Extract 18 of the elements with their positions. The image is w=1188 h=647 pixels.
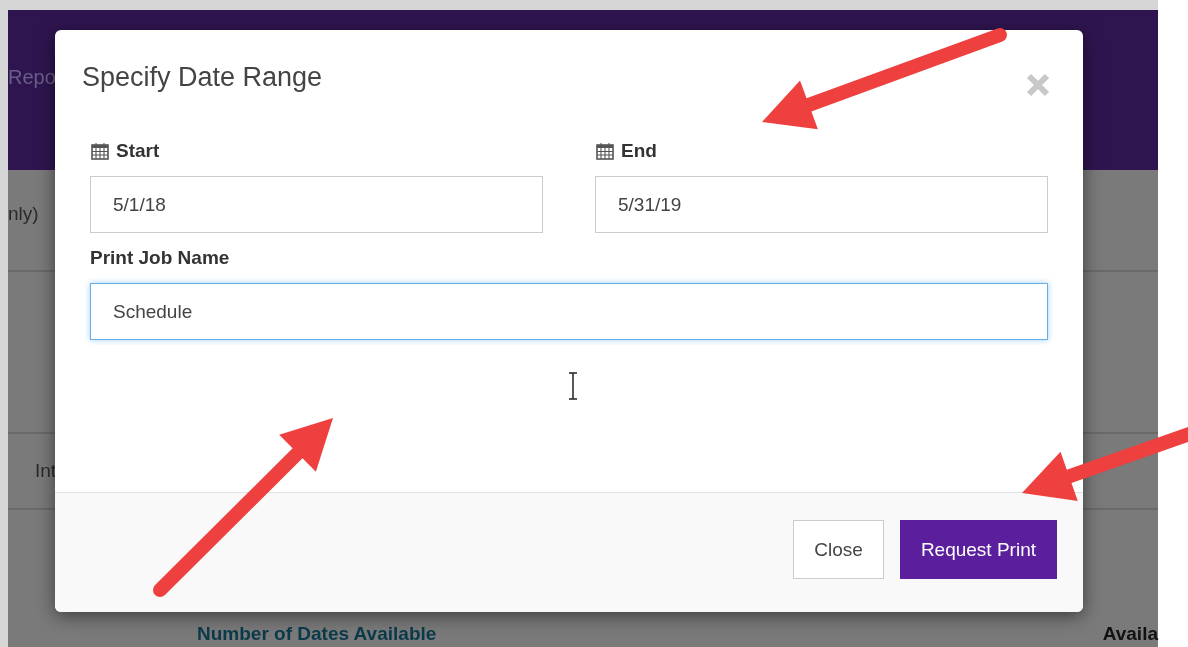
field-label: End bbox=[621, 140, 657, 162]
close-button[interactable]: Close bbox=[793, 520, 884, 579]
field-label: Start bbox=[116, 140, 160, 162]
dialog-title: Specify Date Range bbox=[82, 62, 323, 93]
date-field[interactable]: 5/31/19 bbox=[595, 176, 1048, 233]
primary-button[interactable]: Request Print bbox=[899, 520, 1057, 579]
header-text: Repo bbox=[8, 65, 56, 89]
close-icon[interactable] bbox=[1025, 72, 1051, 98]
input-field[interactable]: Schedule bbox=[90, 283, 1048, 340]
calendar-icon bbox=[90, 141, 110, 161]
column-heading: Number of Dates Available bbox=[197, 623, 437, 645]
date-field[interactable]: 5/1/18 bbox=[90, 176, 543, 233]
row-text: nly) bbox=[8, 203, 39, 225]
row-text: Int bbox=[35, 460, 57, 482]
calendar-icon bbox=[595, 141, 615, 161]
text-cursor-icon bbox=[567, 372, 579, 400]
column-heading: Availa bbox=[1102, 623, 1158, 645]
field-label: Print Job Name bbox=[90, 247, 230, 269]
